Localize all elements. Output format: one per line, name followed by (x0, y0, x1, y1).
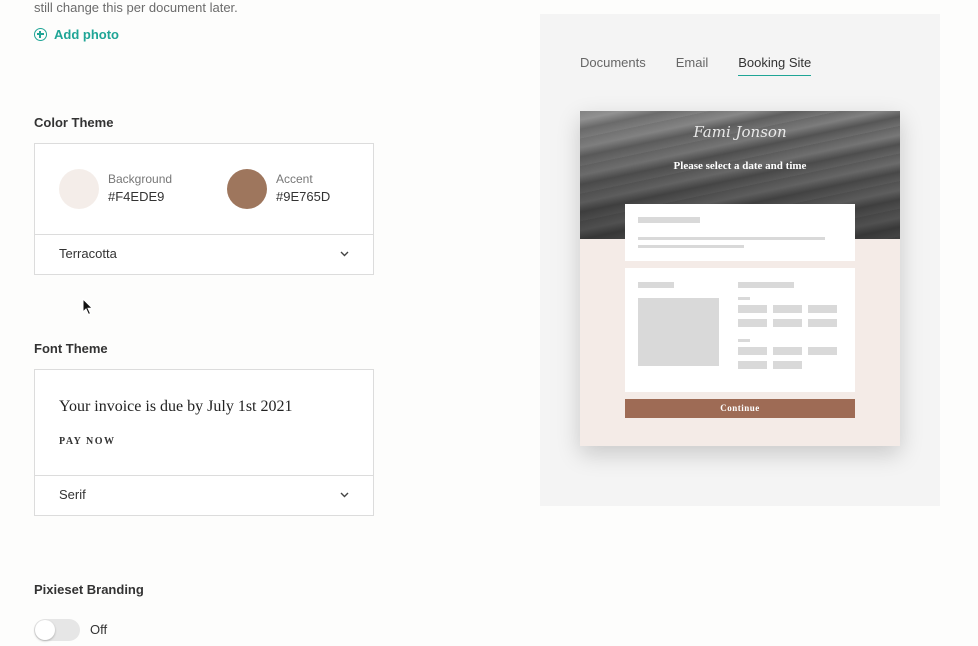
font-theme-select[interactable]: Serif (35, 474, 373, 515)
branding-toggle[interactable] (34, 619, 80, 641)
branding-title: Pixieset Branding (34, 582, 144, 597)
color-theme-title: Color Theme (34, 115, 114, 130)
placeholder-bar (638, 245, 744, 248)
preview-logo: Fami Jonson (693, 123, 787, 141)
placeholder-bar (638, 217, 700, 223)
chevron-down-icon (340, 251, 349, 257)
preview-continue-button: Continue (625, 399, 855, 418)
placeholder-slot (808, 305, 837, 313)
preview-calendar-card (625, 268, 855, 392)
font-preview: Your invoice is due by July 1st 2021 PAY… (35, 370, 373, 476)
color-swatches-row: Background #F4EDE9 Accent #9E765D (35, 144, 373, 235)
background-value: #F4EDE9 (108, 189, 165, 204)
background-label: Background (108, 172, 173, 186)
color-theme-selected: Terracotta (59, 246, 117, 261)
toggle-knob (35, 620, 55, 640)
booking-site-preview: Fami Jonson Please select a date and tim… (580, 111, 900, 446)
add-photo-button[interactable]: Add photo (34, 27, 119, 42)
preview-tabs: Documents Email Booking Site (580, 55, 812, 76)
placeholder-slot (808, 347, 837, 355)
add-photo-label: Add photo (54, 27, 119, 42)
placeholder-bar (738, 339, 750, 342)
placeholder-slot (773, 305, 802, 313)
mouse-cursor-icon (82, 297, 94, 321)
chevron-down-icon (340, 492, 349, 498)
tab-documents[interactable]: Documents (580, 55, 646, 76)
placeholder-slot (738, 319, 767, 327)
placeholder-slot (773, 361, 802, 369)
placeholder-slot (773, 319, 802, 327)
placeholder-slot (808, 319, 837, 327)
color-theme-select[interactable]: Terracotta (35, 233, 373, 274)
intro-text: still change this per document later. (34, 0, 238, 15)
font-theme-selected: Serif (59, 487, 86, 502)
placeholder-slot (738, 361, 767, 369)
preview-info-card (625, 204, 855, 261)
placeholder-bar (638, 282, 674, 288)
accent-swatch[interactable] (227, 169, 267, 209)
plus-circle-icon (34, 28, 47, 41)
tab-email[interactable]: Email (676, 55, 709, 76)
background-color-picker[interactable]: Background #F4EDE9 (59, 169, 172, 209)
accent-label: Accent (276, 172, 313, 186)
placeholder-slot (738, 347, 767, 355)
branding-toggle-label: Off (90, 622, 108, 637)
font-sample-text: Your invoice is due by July 1st 2021 (59, 398, 293, 415)
placeholder-slot (773, 347, 802, 355)
placeholder-bar (638, 237, 825, 240)
tab-booking-site[interactable]: Booking Site (738, 55, 812, 76)
color-theme-card: Background #F4EDE9 Accent #9E765D Terrac… (34, 143, 374, 275)
font-sample-cta: PAY NOW (59, 436, 116, 447)
font-theme-card: Your invoice is due by July 1st 2021 PAY… (34, 369, 374, 516)
placeholder-bar (738, 297, 750, 300)
preview-panel: Documents Email Booking Site Fami Jonson… (540, 14, 940, 506)
accent-color-picker[interactable]: Accent #9E765D (227, 169, 330, 209)
accent-value: #9E765D (276, 189, 331, 204)
placeholder-slot (738, 305, 767, 313)
font-theme-title: Font Theme (34, 341, 108, 356)
background-swatch[interactable] (59, 169, 99, 209)
preview-heading: Please select a date and time (673, 160, 807, 172)
placeholder-bar (738, 282, 794, 288)
placeholder-image (638, 298, 719, 366)
